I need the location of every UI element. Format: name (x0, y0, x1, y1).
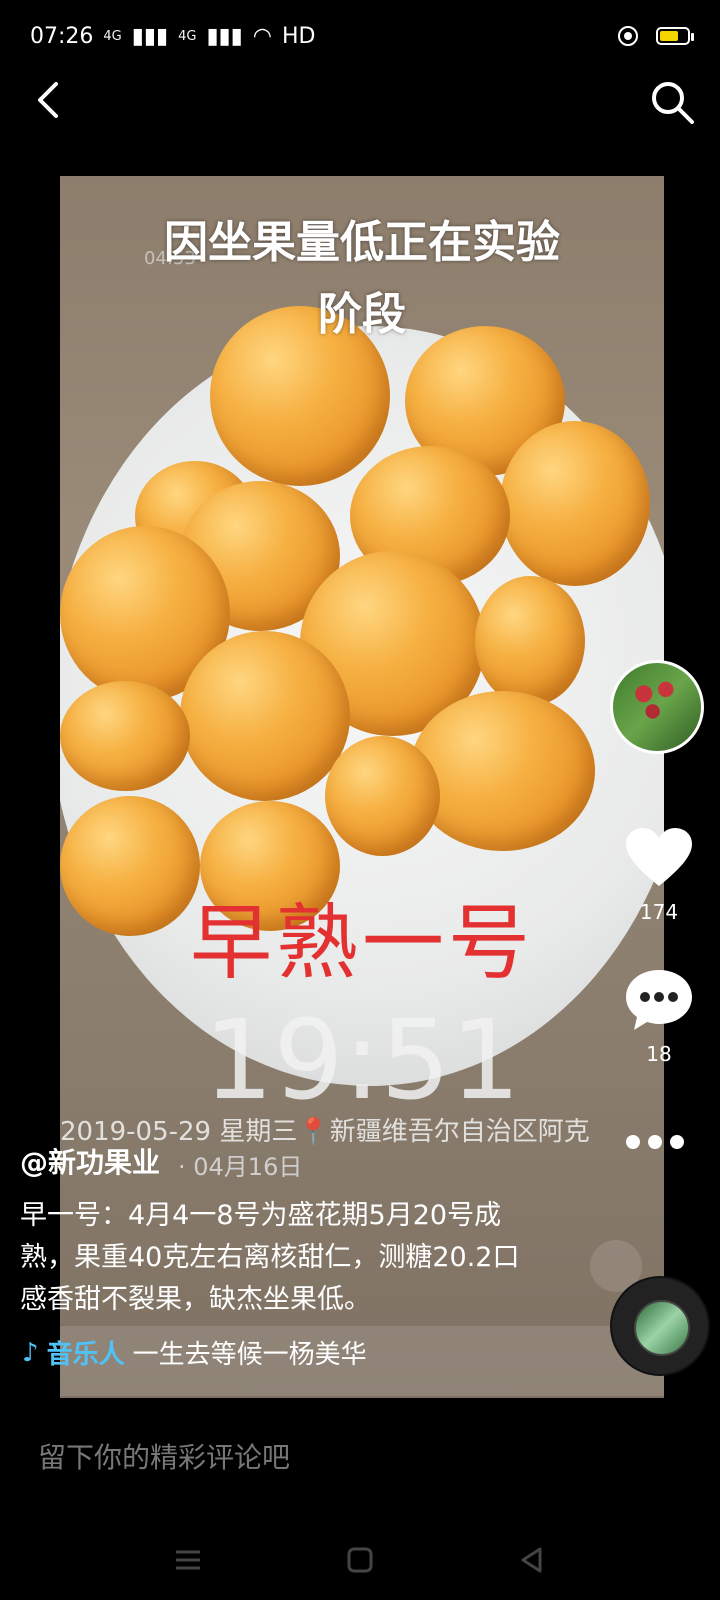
signal-icon-2: ▮▮▮ (206, 23, 243, 49)
video-overlay-title: 早熟一号 (189, 896, 534, 991)
wifi-icon: ◠ (252, 23, 272, 49)
video-caption-line2: 阶段 (318, 289, 406, 340)
more-options-button[interactable] (626, 1135, 684, 1149)
music-disc[interactable] (612, 1278, 708, 1374)
video-overlay-time: 19:51 (203, 996, 521, 1124)
author-avatar[interactable] (610, 660, 704, 754)
menu-icon[interactable] (172, 1544, 204, 1576)
video-caption-line1: 因坐果量低正在实验 (164, 217, 560, 268)
status-bar: 07:26 4G ▮▮▮ 4G ▮▮▮ ◠ HD (30, 18, 694, 54)
author-name[interactable]: @新功果业 (20, 1141, 160, 1181)
music-note-icon: ♪ (22, 1337, 39, 1368)
system-nav-bar (0, 1530, 720, 1590)
comment-input[interactable]: 留下你的精彩评论吧 (38, 1436, 290, 1476)
signal-icon: ▮▮▮ (131, 23, 169, 49)
apricot (500, 421, 650, 586)
hd-label: HD (281, 23, 316, 49)
apricot (180, 631, 350, 801)
apricot (475, 576, 585, 706)
music-title: 一生去等候一杨美华 (132, 1340, 367, 1370)
comment-button[interactable]: 18 (622, 968, 696, 1066)
post-date: · 04月16日 (178, 1153, 303, 1181)
heart-icon (626, 828, 692, 886)
home-icon[interactable] (344, 1544, 376, 1576)
back-triangle-icon[interactable] (516, 1544, 548, 1576)
network-4g-2: 4G (178, 28, 197, 44)
record-icon (618, 26, 638, 46)
comment-count: 18 (646, 1042, 672, 1066)
dot-icon (648, 1135, 662, 1149)
dot-icon (626, 1135, 640, 1149)
like-count: 174 (639, 900, 679, 924)
post-description: 早一号：4月4一8号为盛花期5月20号成熟，果重40克左右离核甜仁，测糖20.2… (20, 1200, 520, 1315)
music-bar[interactable]: ♪ 音乐人 一生去等候一杨美华 (22, 1334, 382, 1371)
status-time: 07:26 (30, 23, 94, 49)
apricot (410, 691, 595, 851)
battery-icon (656, 27, 694, 45)
apricot (60, 681, 190, 791)
dot-icon (670, 1135, 684, 1149)
search-icon[interactable] (648, 78, 696, 126)
network-4g-1: 4G (103, 28, 122, 44)
music-tag: 音乐人 (46, 1340, 125, 1370)
like-button[interactable]: 174 (622, 826, 696, 924)
apricot (325, 736, 440, 856)
back-arrow-icon[interactable] (30, 78, 70, 122)
comment-bubble-icon (626, 970, 692, 1030)
